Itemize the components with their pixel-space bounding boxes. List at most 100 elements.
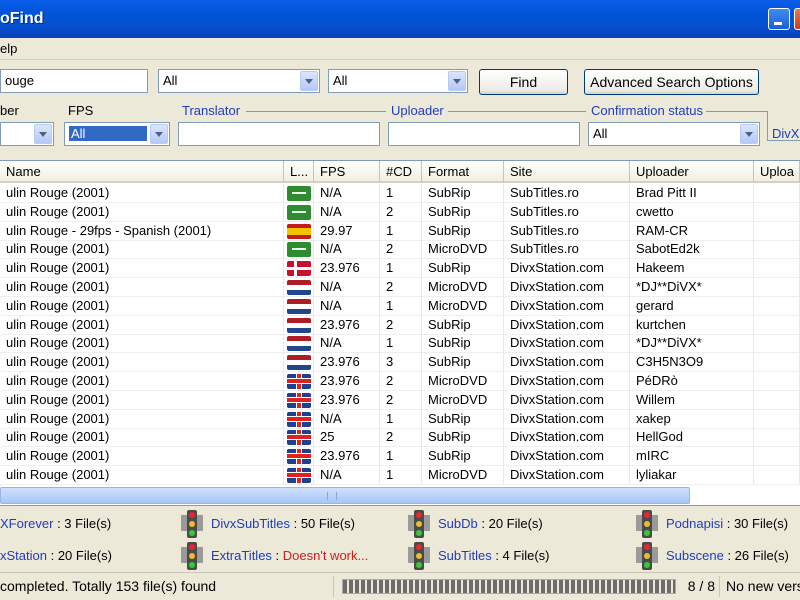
language-cell [284,240,314,260]
fps-cell: N/A [314,184,380,203]
chevron-down-icon[interactable] [34,124,52,144]
confirmation-combo[interactable]: All [588,122,760,146]
source-name[interactable]: Podnapisi [666,516,723,531]
source-name[interactable]: DivxSubTitles [211,516,290,531]
source-subdb: SubDb : 20 File(s) [438,516,543,538]
cd-cell: 1 [380,296,422,316]
search-combo-2[interactable]: All [328,69,468,93]
source-name[interactable]: SubTitles [438,548,492,563]
fps-combo-value: All [69,126,147,141]
format-cell: MicroDVD [422,240,504,260]
fps-cell: 25 [314,428,380,448]
table-row[interactable]: ulin Rouge (2001) N/A 1 SubRip DivxStation.c… [0,334,800,354]
site-cell: DivxStation.com [504,390,630,410]
uploader-cell: SabotEd2k [630,240,754,260]
source-name[interactable]: SubDb [438,516,478,531]
table-row[interactable]: ulin Rouge (2001) N/A 2 SubRip SubTitles.ro c… [0,202,800,222]
table-row[interactable]: ulin Rouge (2001) N/A 1 SubRip DivxStation.c… [0,409,800,429]
source-name[interactable]: Subscene [666,548,724,563]
confirmation-combo-value: All [593,126,608,141]
table-row[interactable]: ulin Rouge (2001) 23.976 2 MicroDVD DivxStat… [0,390,800,410]
chevron-down-icon[interactable] [740,124,758,144]
uploader-input[interactable] [388,122,580,146]
site-cell: DivxStation.com [504,315,630,335]
scrollbar-grip[interactable] [327,492,337,500]
table-row[interactable]: ulin Rouge (2001) 23.976 1 SubRip DivxStatio… [0,259,800,279]
results-grid[interactable]: Name L... FPS #CD Format Site Uploader U… [0,160,800,506]
column-header-language[interactable]: L... [284,161,314,183]
traffic-light-icon [636,542,658,570]
minimize-button[interactable] [768,8,790,30]
grid-header: Name L... FPS #CD Format Site Uploader U… [0,161,800,183]
find-button[interactable]: Find [479,69,568,95]
upload-cell [754,390,800,410]
table-row[interactable]: ulin Rouge - 29fps - Spanish (2001) 29.97… [0,221,800,241]
chevron-down-icon[interactable] [150,124,168,144]
table-row[interactable]: ulin Rouge (2001) N/A 1 MicroDVD DivxStation… [0,466,800,485]
table-row[interactable]: ulin Rouge (2001) N/A 1 SubRip SubTitles.ro B… [0,184,800,203]
divx-label: DivX [772,126,800,141]
source-extratitles: ExtraTitles : Doesn't work... [211,548,368,570]
fps-cell: 23.976 [314,372,380,391]
table-row[interactable]: ulin Rouge (2001) N/A 1 MicroDVD DivxStation… [0,296,800,316]
fps-cell: N/A [314,296,380,316]
fps-combo[interactable]: All [64,122,170,146]
column-header-cd[interactable]: #CD [380,161,422,183]
name-cell: ulin Rouge (2001) [0,428,284,448]
column-header-format[interactable]: Format [422,161,504,183]
cd-cell: 1 [380,466,422,485]
source-name[interactable]: xStation [0,548,47,563]
title-bar[interactable]: oFind [0,0,800,38]
fps-cell: 29.97 [314,221,380,241]
format-cell: SubRip [422,315,504,335]
format-cell: SubRip [422,447,504,467]
chevron-down-icon[interactable] [300,71,318,91]
table-row[interactable]: ulin Rouge (2001) 23.976 3 SubRip DivxStatio… [0,353,800,373]
translator-input[interactable] [178,122,380,146]
status-message: completed. Totally 153 file(s) found [0,576,334,597]
table-row[interactable]: ulin Rouge (2001) 25 2 SubRip DivxStation.co… [0,428,800,448]
status-version: No new vers [726,578,800,594]
cd-cell: 1 [380,409,422,429]
format-cell: MicroDVD [422,372,504,391]
site-cell: DivxStation.com [504,353,630,373]
source-name[interactable]: ExtraTitles [211,548,272,563]
name-cell: ulin Rouge (2001) [0,315,284,335]
upload-cell [754,409,800,429]
fps-cell: N/A [314,202,380,222]
table-row[interactable]: ulin Rouge (2001) 23.976 2 MicroDVD DivxStat… [0,372,800,391]
table-row[interactable]: ulin Rouge (2001) N/A 2 MicroDVD SubTitles.r… [0,240,800,260]
cd-cell: 2 [380,278,422,297]
column-header-name[interactable]: Name [0,161,284,183]
advanced-search-button[interactable]: Advanced Search Options [584,69,759,95]
language-cell [284,428,314,448]
table-row[interactable]: ulin Rouge (2001) N/A 2 MicroDVD DivxStation… [0,278,800,297]
table-row[interactable]: ulin Rouge (2001) 23.976 1 SubRip DivxStatio… [0,447,800,467]
cd-cell: 2 [380,315,422,335]
uploader-cell: HellGod [630,428,754,448]
flag-sa-icon [287,242,311,258]
column-header-fps[interactable]: FPS [314,161,380,183]
upload-cell [754,296,800,316]
name-cell: ulin Rouge (2001) [0,202,284,222]
table-row[interactable]: ulin Rouge (2001) 23.976 2 SubRip DivxStatio… [0,315,800,335]
source-podnapisi: Podnapisi : 30 File(s) [666,516,788,538]
source-name[interactable]: XForever [0,516,53,531]
chevron-down-icon[interactable] [448,71,466,91]
upload-cell [754,240,800,260]
column-header-upload[interactable]: Uploa [754,161,800,183]
name-cell: ulin Rouge (2001) [0,466,284,485]
close-button[interactable] [794,8,800,30]
name-cell: ulin Rouge (2001) [0,240,284,260]
column-header-site[interactable]: Site [504,161,630,183]
source-count: : 20 File(s) [477,516,543,531]
language-cell [284,202,314,222]
source-divxstation: xStation : 20 File(s) [0,548,112,570]
search-combo-1[interactable]: All [158,69,320,93]
number-combo[interactable] [0,122,54,146]
search-input[interactable]: ouge [0,69,148,93]
horizontal-scrollbar[interactable] [0,487,690,504]
menu-help[interactable]: elp [0,41,17,56]
flag-nl-icon [287,355,311,371]
column-header-uploader[interactable]: Uploader [630,161,754,183]
